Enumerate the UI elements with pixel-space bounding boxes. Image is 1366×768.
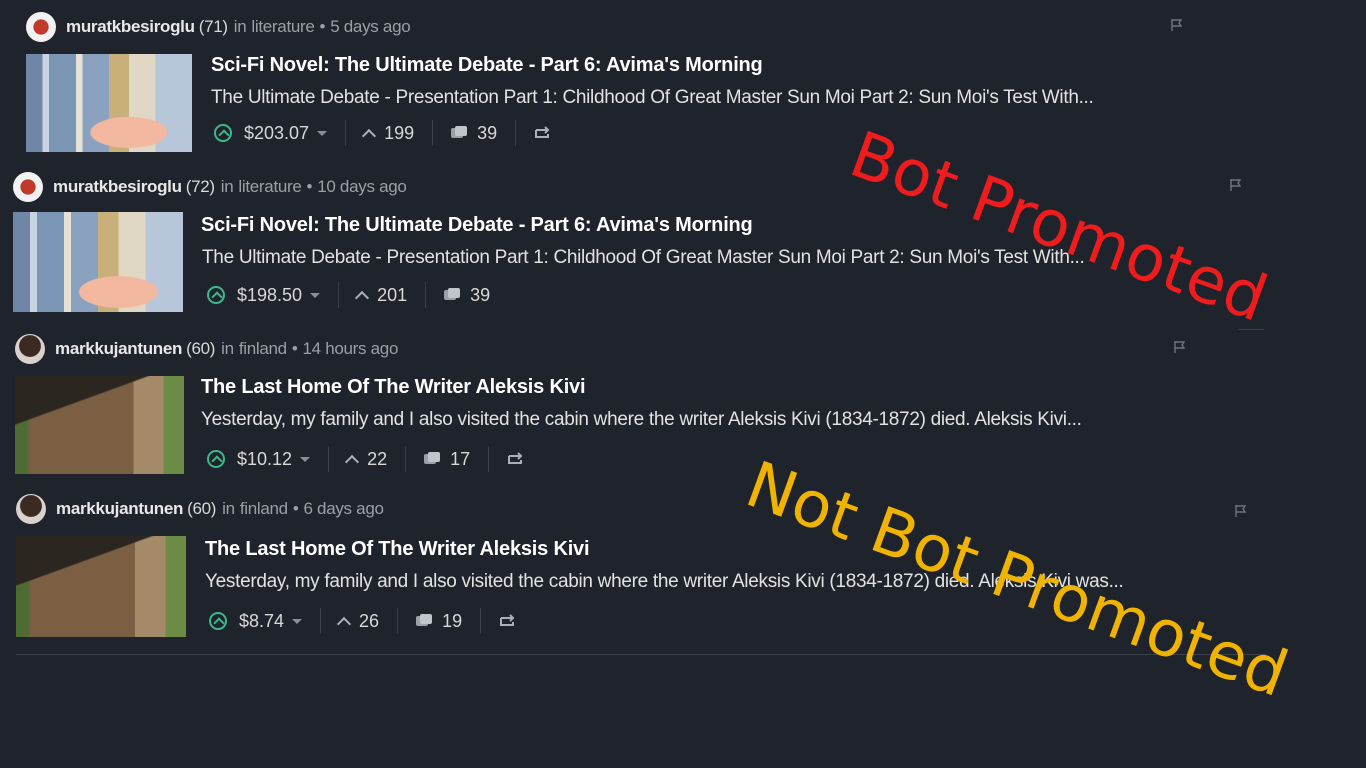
- caret-down-icon[interactable]: [317, 130, 328, 136]
- post-item: muratkbesiroglu (71) in literature • 5 d…: [26, 12, 1196, 154]
- post-actions: $10.12 22 17: [207, 446, 525, 472]
- post-title[interactable]: Sci-Fi Novel: The Ultimate Debate - Part…: [211, 54, 763, 77]
- comments-icon[interactable]: [444, 288, 462, 302]
- in-label: in: [220, 177, 234, 196]
- author-reputation: (60): [187, 499, 217, 518]
- upvote-icon[interactable]: [207, 450, 225, 468]
- post-meta: muratkbesiroglu (71) in literature • 5 d…: [26, 12, 411, 42]
- divider: [515, 120, 517, 146]
- post-thumbnail[interactable]: [26, 54, 192, 152]
- avatar[interactable]: [16, 494, 46, 524]
- divider: [397, 608, 399, 634]
- bullet-separator: •: [306, 177, 313, 196]
- author-reputation: (71): [198, 17, 228, 36]
- post-actions: $198.50 201 39: [207, 282, 490, 308]
- avatar[interactable]: [26, 12, 56, 42]
- avatar[interactable]: [15, 334, 45, 364]
- post-title[interactable]: Sci-Fi Novel: The Ultimate Debate - Part…: [201, 214, 753, 237]
- community-link[interactable]: literature: [238, 177, 301, 197]
- author-link[interactable]: muratkbesiroglu: [53, 177, 182, 197]
- community-link[interactable]: finland: [239, 339, 287, 359]
- votes-icon[interactable]: [336, 616, 352, 631]
- caret-down-icon[interactable]: [292, 618, 303, 624]
- flag-icon[interactable]: [1170, 18, 1184, 32]
- divider: [16, 654, 1266, 655]
- payout-value[interactable]: $203.07: [244, 123, 309, 144]
- post-meta: muratkbesiroglu (72) in literature • 10 …: [13, 172, 407, 202]
- comments-icon[interactable]: [416, 614, 434, 628]
- divider: [480, 608, 482, 634]
- payout-value[interactable]: $10.12: [237, 449, 292, 470]
- votes-icon[interactable]: [355, 290, 370, 305]
- in-label: in: [222, 499, 235, 518]
- community-link[interactable]: literature: [251, 17, 314, 37]
- post-thumbnail[interactable]: [15, 376, 184, 474]
- author-reputation: (72): [185, 177, 215, 196]
- comments-count[interactable]: 17: [450, 449, 470, 470]
- divider: [328, 446, 330, 472]
- votes-count[interactable]: 22: [367, 449, 387, 470]
- post-time[interactable]: 14 hours ago: [302, 339, 398, 359]
- comments-count[interactable]: 19: [442, 611, 462, 632]
- comments-count[interactable]: 39: [470, 285, 490, 306]
- divider: [425, 282, 427, 308]
- divider: [345, 120, 347, 146]
- comments-icon[interactable]: [451, 126, 469, 140]
- author-link[interactable]: markkujantunen: [56, 499, 183, 519]
- post-time[interactable]: 10 days ago: [317, 177, 407, 197]
- post-time[interactable]: 5 days ago: [330, 17, 410, 37]
- reblog-icon[interactable]: [507, 452, 525, 466]
- post-meta: markkujantunen (60) in finland • 14 hour…: [15, 334, 398, 364]
- bullet-separator: •: [292, 499, 299, 518]
- divider: [405, 446, 407, 472]
- caret-down-icon[interactable]: [310, 292, 321, 298]
- comments-count[interactable]: 39: [477, 123, 497, 144]
- reblog-icon[interactable]: [499, 614, 517, 628]
- votes-icon[interactable]: [344, 454, 360, 469]
- post-title[interactable]: The Last Home Of The Writer Aleksis Kivi: [201, 376, 586, 399]
- payout-value[interactable]: $8.74: [239, 611, 284, 632]
- author-link[interactable]: markkujantunen: [55, 339, 182, 359]
- post-actions: $8.74 26 19: [209, 608, 517, 634]
- divider: [432, 120, 434, 146]
- payout-value[interactable]: $198.50: [237, 285, 302, 306]
- author-link[interactable]: muratkbesiroglu: [66, 17, 195, 37]
- post-time[interactable]: 6 days ago: [303, 499, 383, 519]
- bullet-separator: •: [319, 17, 326, 36]
- comments-icon[interactable]: [424, 452, 442, 466]
- upvote-icon[interactable]: [207, 286, 225, 304]
- post-title[interactable]: The Last Home Of The Writer Aleksis Kivi: [205, 538, 590, 561]
- post-meta: markkujantunen (60) in finland • 6 days …: [16, 494, 384, 524]
- votes-icon[interactable]: [362, 128, 377, 143]
- bullet-separator: •: [291, 339, 298, 358]
- post-thumbnail[interactable]: [16, 536, 186, 637]
- votes-count[interactable]: 201: [377, 285, 407, 306]
- reblog-icon[interactable]: [534, 126, 552, 140]
- in-label: in: [233, 17, 247, 36]
- votes-count[interactable]: 26: [359, 611, 379, 632]
- post-item: markkujantunen (60) in finland • 14 hour…: [15, 334, 1195, 476]
- flag-icon[interactable]: [1229, 178, 1243, 192]
- in-label: in: [221, 339, 234, 358]
- author-reputation: (60): [186, 339, 216, 358]
- avatar[interactable]: [13, 172, 43, 202]
- divider: [488, 446, 490, 472]
- post-excerpt[interactable]: Yesterday, my family and I also visited …: [201, 409, 1201, 431]
- post-thumbnail[interactable]: [13, 212, 183, 312]
- divider: [338, 282, 340, 308]
- upvote-icon[interactable]: [209, 612, 227, 630]
- community-link[interactable]: finland: [240, 499, 288, 519]
- upvote-icon[interactable]: [214, 124, 232, 142]
- post-excerpt[interactable]: The Ultimate Debate - Presentation Part …: [211, 87, 1201, 109]
- flag-icon[interactable]: [1234, 504, 1248, 518]
- votes-count[interactable]: 199: [384, 123, 414, 144]
- flag-icon[interactable]: [1173, 340, 1187, 354]
- post-actions: $203.07 199 39: [214, 120, 552, 146]
- divider: [320, 608, 322, 634]
- caret-down-icon[interactable]: [300, 456, 311, 462]
